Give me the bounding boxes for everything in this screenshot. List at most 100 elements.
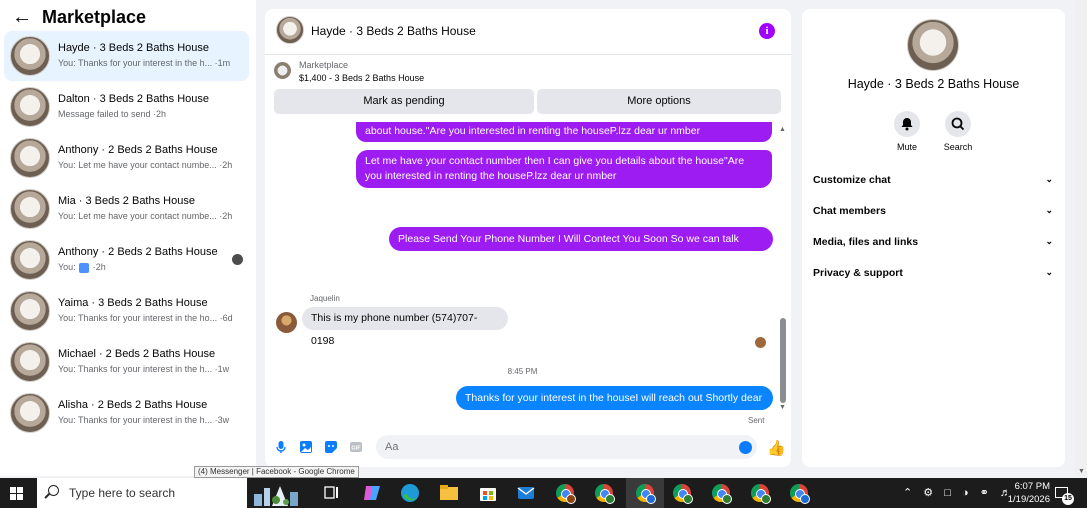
message-bubble-outgoing: about house."Are you interested in renti…	[356, 122, 772, 142]
page-scrollbar[interactable]: ▼	[1075, 0, 1087, 476]
copilot-icon[interactable]	[361, 482, 383, 504]
conversation-item[interactable]: Michael · 2 Beds 2 Baths House You: Than…	[4, 337, 249, 387]
conversation-preview: You: ·2h	[58, 262, 106, 273]
conversation-preview: You: Thanks for your interest in the h..…	[58, 58, 231, 68]
chrome-profile-icon[interactable]	[710, 482, 732, 504]
conversation-name: Dalton · 3 Beds 2 Baths House	[58, 93, 210, 105]
conversation-item[interactable]: Alisha · 2 Beds 2 Baths House You: Thank…	[4, 388, 249, 438]
chrome-profile-icon[interactable]	[554, 482, 576, 504]
conversation-preview: You: Thanks for your interest in the h..…	[58, 364, 230, 374]
mute-button[interactable]: Mute	[882, 111, 932, 152]
media-files-section[interactable]: Media, files and links ⌄	[813, 236, 1053, 256]
gif-icon[interactable]: GIF	[349, 440, 363, 454]
chat-panel: Hayde · 3 Beds 2 Baths House i Marketpla…	[265, 9, 791, 467]
conversation-item[interactable]: Hayde · 3 Beds 2 Baths House You: Thanks…	[4, 31, 249, 81]
panel-title: Marketplace	[42, 6, 147, 27]
seen-avatar-icon	[232, 254, 243, 265]
windows-taskbar: Type here to search ⌃ ⚙ □ ◑ ⚭ ♬ 6:07 PM …	[0, 478, 1087, 508]
sender-name: Jaquelin	[310, 294, 340, 303]
message-bubble-outgoing: Let me have your contact number then I c…	[356, 150, 772, 188]
conversation-item[interactable]: Anthony · 2 Beds 2 Baths House You: ·2h	[4, 235, 249, 285]
thumbs-up-icon[interactable]: 👍	[767, 439, 786, 457]
emoji-icon[interactable]	[739, 441, 752, 454]
message-line: Let me have your contact number then I c…	[365, 155, 745, 167]
microsoft-store-icon[interactable]	[477, 482, 499, 504]
scroll-down-icon[interactable]: ▼	[779, 404, 786, 411]
message-list: about house."Are you interested in renti…	[265, 122, 791, 429]
avatar	[10, 240, 50, 280]
conversation-item[interactable]: Mia · 3 Beds 2 Baths House You: Let me h…	[4, 184, 249, 234]
conversation-item[interactable]: Dalton · 3 Beds 2 Baths House Message fa…	[4, 82, 249, 132]
conversation-name: Yaima · 3 Beds 2 Baths House	[58, 297, 208, 309]
windows-start-icon[interactable]	[10, 487, 23, 500]
conversation-name: Mia · 3 Beds 2 Baths House	[58, 195, 195, 207]
taskbar-clock[interactable]: 6:07 PM 1/19/2026	[990, 480, 1050, 506]
chrome-profile-icon[interactable]	[671, 482, 693, 504]
chrome-profile-icon[interactable]	[749, 482, 771, 504]
conversation-name: Anthony · 2 Beds 2 Baths House	[58, 144, 218, 156]
conversation-item[interactable]: Yaima · 3 Beds 2 Baths House You: Thanks…	[4, 286, 249, 336]
mail-icon[interactable]	[515, 482, 537, 504]
chrome-active-window-icon[interactable]	[626, 478, 664, 508]
svg-text:GIF: GIF	[351, 446, 361, 452]
preview-suffix: ·2h	[92, 262, 106, 272]
scroll-down-icon[interactable]: ▼	[1078, 468, 1085, 475]
sender-avatar[interactable]	[276, 312, 297, 333]
microphone-icon[interactable]	[274, 440, 288, 454]
bell-icon	[901, 118, 913, 131]
mark-as-pending-button[interactable]: Mark as pending	[274, 89, 534, 114]
avatar	[10, 87, 50, 127]
chevron-down-icon: ⌄	[1045, 205, 1053, 215]
task-view-icon[interactable]	[321, 482, 343, 504]
chrome-profile-icon[interactable]	[788, 482, 810, 504]
avatar	[10, 342, 50, 382]
message-status: Sent	[748, 416, 765, 425]
scroll-thumb[interactable]	[780, 318, 786, 403]
scroll-up-icon[interactable]: ▲	[779, 126, 786, 133]
search-icon	[48, 485, 59, 496]
customize-chat-section[interactable]: Customize chat ⌄	[813, 174, 1053, 194]
mute-label: Mute	[896, 142, 917, 152]
conversation-preview: You: Let me have your contact numbe... ·…	[58, 160, 233, 170]
search-label: Search	[943, 142, 973, 152]
marketplace-listing-card[interactable]: Marketplace $1,400 - 3 Beds 2 Baths Hous…	[265, 56, 791, 86]
conversation-list-panel: ← Marketplace Hayde · 3 Beds 2 Baths Hou…	[0, 0, 256, 476]
search-button[interactable]: Search	[933, 111, 983, 152]
marketplace-label: Marketplace	[299, 60, 349, 70]
search-highlight-icon[interactable]	[250, 480, 310, 506]
window-tooltip: (4) Messenger | Facebook - Google Chrome	[194, 466, 359, 478]
chat-avatar[interactable]	[276, 16, 304, 44]
chat-header: Hayde · 3 Beds 2 Baths House i	[265, 9, 791, 55]
chat-members-section[interactable]: Chat members ⌄	[813, 205, 1053, 225]
message-bubble-outgoing: Please Send Your Phone Number I Will Con…	[389, 227, 773, 269]
file-explorer-icon[interactable]	[438, 482, 460, 504]
message-input[interactable]	[376, 435, 757, 459]
avatar	[10, 189, 50, 229]
chat-title[interactable]: Hayde · 3 Beds 2 Baths House	[311, 24, 476, 38]
message-bubble-incoming: This is my phone number (574)707-0198	[302, 307, 508, 347]
edge-browser-icon[interactable]	[399, 482, 421, 504]
read-receipt-avatar	[755, 337, 766, 348]
conversation-item[interactable]: Anthony · 2 Beds 2 Baths House You: Let …	[4, 133, 249, 183]
chevron-down-icon: ⌄	[1045, 236, 1053, 246]
more-options-button[interactable]: More options	[537, 89, 781, 114]
taskbar-search-box[interactable]: Type here to search	[37, 478, 247, 508]
privacy-support-section[interactable]: Privacy & support ⌄	[813, 267, 1053, 287]
listing-thumbnail	[274, 62, 291, 79]
photo-icon[interactable]	[299, 440, 313, 454]
avatar	[10, 393, 50, 433]
contact-avatar[interactable]	[907, 19, 959, 71]
back-arrow-icon[interactable]: ←	[12, 6, 32, 29]
avatar	[10, 291, 50, 331]
message-scrollbar[interactable]: ▲ ▼	[779, 126, 787, 411]
sticker-icon[interactable]	[324, 440, 338, 454]
preview-prefix: You:	[58, 262, 76, 272]
section-label: Customize chat	[813, 174, 891, 186]
search-icon	[951, 117, 965, 131]
chrome-profile-icon[interactable]	[593, 482, 615, 504]
section-label: Chat members	[813, 205, 886, 217]
conversation-preview: You: Let me have your contact numbe... ·…	[58, 211, 233, 221]
section-label: Media, files and links	[813, 236, 919, 248]
info-icon[interactable]: i	[759, 23, 775, 39]
taskbar-search-placeholder: Type here to search	[69, 486, 176, 500]
